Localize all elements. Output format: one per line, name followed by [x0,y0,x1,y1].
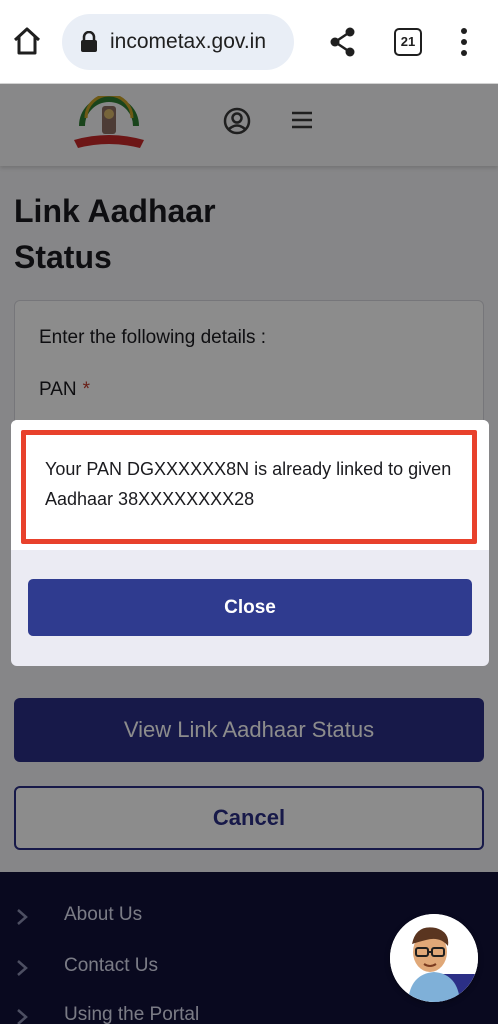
tabs-icon[interactable]: 21 [394,28,422,56]
more-vert-icon[interactable] [454,26,474,58]
lock-icon [80,30,98,53]
url-text: incometax.gov.in [110,30,267,53]
dialog-message-area: Your PAN DGXXXXXX8N is already linked to… [11,420,489,550]
dialog-message: Your PAN DGXXXXXX8N is already linked to… [45,459,452,509]
browser-toolbar: incometax.gov.in 21 [0,0,498,84]
home-icon[interactable] [10,24,44,58]
status-dialog: Your PAN DGXXXXXX8N is already linked to… [11,420,489,666]
close-button[interactable]: Close [28,579,472,636]
chat-assistant-avatar[interactable] [390,914,478,1002]
address-bar[interactable]: incometax.gov.in [62,14,294,70]
share-icon[interactable] [328,26,358,58]
